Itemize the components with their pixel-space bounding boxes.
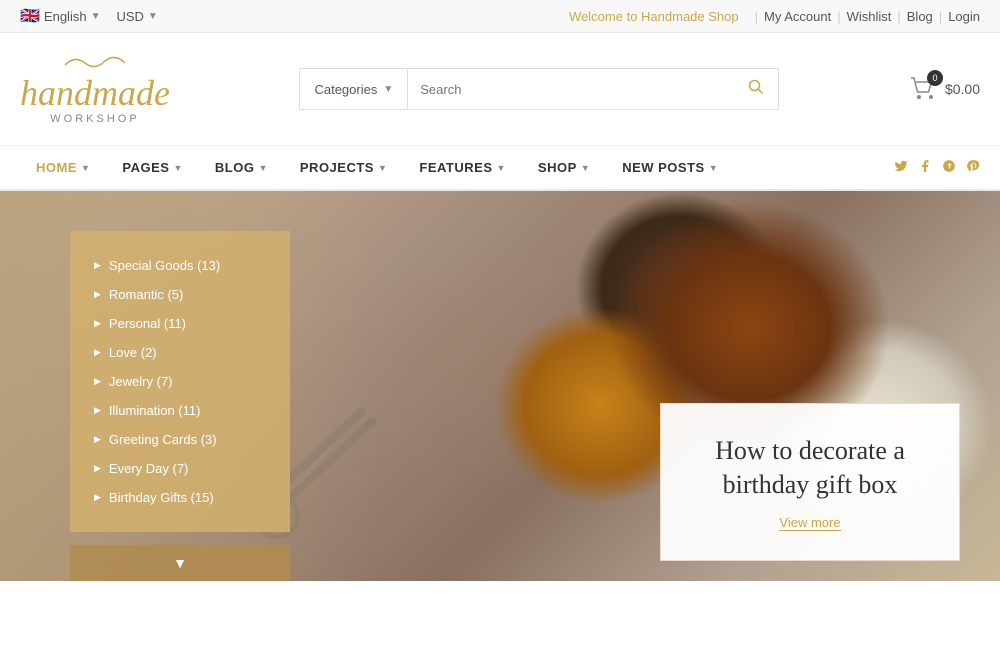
cart-price: $0.00	[945, 81, 980, 97]
list-item[interactable]: ▶ Personal (11)	[94, 309, 266, 338]
my-account-link[interactable]: My Account	[764, 9, 831, 24]
search-area: Categories ▼	[299, 68, 779, 110]
list-item[interactable]: ▶ Illumination (11)	[94, 396, 266, 425]
social-links	[894, 159, 980, 176]
top-bar-right: Welcome to Handmade Shop | My Account | …	[569, 9, 980, 24]
twitter-icon[interactable]	[894, 159, 908, 176]
cat-arrow-icon: ▶	[94, 405, 101, 416]
list-item[interactable]: ▶ Love (2)	[94, 338, 266, 367]
nav-arrow-blog: ▼	[258, 163, 267, 173]
flag-icon: 🇬🇧	[20, 6, 40, 26]
hero-title: How to decorate a birthday gift box	[696, 434, 924, 502]
divider-4: |	[939, 9, 942, 24]
list-item[interactable]: ▶ Greeting Cards (3)	[94, 425, 266, 454]
categories-label: Categories	[314, 82, 377, 97]
navigation: HOME ▼ PAGES ▼ BLOG ▼ PROJECTS ▼ FEATURE…	[0, 146, 1000, 191]
nav-arrow-home: ▼	[81, 163, 90, 173]
nav-links: HOME ▼ PAGES ▼ BLOG ▼ PROJECTS ▼ FEATURE…	[20, 146, 734, 189]
sidebar-categories: ▶ Special Goods (13) ▶ Romantic (5) ▶ Pe…	[70, 231, 290, 532]
search-button[interactable]	[734, 69, 778, 109]
expand-icon: ▼	[173, 555, 187, 571]
sidebar-expand-button[interactable]: ▼	[70, 545, 290, 581]
nav-arrow-features: ▼	[497, 163, 506, 173]
category-list: ▶ Special Goods (13) ▶ Romantic (5) ▶ Pe…	[94, 251, 266, 512]
blog-link[interactable]: Blog	[907, 9, 933, 24]
nav-item-blog[interactable]: BLOG ▼	[199, 146, 284, 189]
header: handmade workshop Categories ▼ 0 $0.00	[0, 33, 1000, 146]
nav-item-projects[interactable]: PROJECTS ▼	[284, 146, 404, 189]
list-item[interactable]: ▶ Jewelry (7)	[94, 367, 266, 396]
nav-item-new-posts[interactable]: NEW POSTS ▼	[606, 146, 734, 189]
cat-arrow-icon: ▶	[94, 376, 101, 387]
list-item[interactable]: ▶ Birthday Gifts (15)	[94, 483, 266, 512]
cart-icon-wrap: 0	[909, 76, 937, 103]
list-item[interactable]: ▶ Romantic (5)	[94, 280, 266, 309]
currency-label: USD	[116, 9, 143, 24]
top-bar: 🇬🇧 English ▼ USD ▼ Welcome to Handmade S…	[0, 0, 1000, 33]
welcome-text: Welcome to Handmade Shop	[569, 9, 739, 24]
tumblr-icon[interactable]	[942, 159, 956, 176]
list-item[interactable]: ▶ Every Day (7)	[94, 454, 266, 483]
logo-text: handmade	[20, 75, 170, 111]
lang-dropdown-arrow: ▼	[91, 11, 101, 22]
nav-item-pages[interactable]: PAGES ▼	[106, 146, 198, 189]
hero-text-box: How to decorate a birthday gift box View…	[660, 403, 960, 561]
cart[interactable]: 0 $0.00	[909, 76, 980, 103]
view-more-link[interactable]: View more	[779, 515, 840, 531]
divider-3: |	[897, 9, 900, 24]
cat-arrow-icon: ▶	[94, 492, 101, 503]
cat-arrow-icon: ▶	[94, 347, 101, 358]
cat-arrow-icon: ▶	[94, 289, 101, 300]
nav-arrow-pages: ▼	[173, 163, 182, 173]
logo-sub: workshop	[50, 113, 139, 125]
cat-arrow-icon: ▶	[94, 318, 101, 329]
divider-2: |	[837, 9, 840, 24]
language-selector[interactable]: 🇬🇧 English ▼	[20, 6, 100, 26]
categories-arrow: ▼	[383, 84, 393, 95]
nav-arrow-shop: ▼	[581, 163, 590, 173]
top-bar-left: 🇬🇧 English ▼ USD ▼	[20, 6, 158, 26]
nav-item-features[interactable]: FEATURES ▼	[403, 146, 522, 189]
logo[interactable]: handmade workshop	[20, 53, 170, 125]
facebook-icon[interactable]	[918, 159, 932, 176]
hero-area: ▶ Special Goods (13) ▶ Romantic (5) ▶ Pe…	[0, 191, 1000, 581]
currency-dropdown-arrow: ▼	[148, 11, 158, 22]
categories-dropdown[interactable]: Categories ▼	[300, 69, 408, 109]
cat-arrow-icon: ▶	[94, 434, 101, 445]
nav-item-home[interactable]: HOME ▼	[20, 146, 106, 189]
wishlist-link[interactable]: Wishlist	[847, 9, 892, 24]
logo-swirl	[55, 53, 135, 73]
nav-arrow-projects: ▼	[378, 163, 387, 173]
search-input[interactable]	[408, 69, 734, 109]
language-label: English	[44, 9, 87, 24]
cat-arrow-icon: ▶	[94, 463, 101, 474]
list-item[interactable]: ▶ Special Goods (13)	[94, 251, 266, 280]
nav-arrow-new-posts: ▼	[709, 163, 718, 173]
pinterest-icon[interactable]	[966, 159, 980, 176]
cat-arrow-icon: ▶	[94, 260, 101, 271]
login-link[interactable]: Login	[948, 9, 980, 24]
currency-selector[interactable]: USD ▼	[116, 9, 157, 24]
nav-item-shop[interactable]: SHOP ▼	[522, 146, 606, 189]
cart-badge: 0	[927, 70, 943, 86]
divider-1: |	[755, 9, 758, 24]
